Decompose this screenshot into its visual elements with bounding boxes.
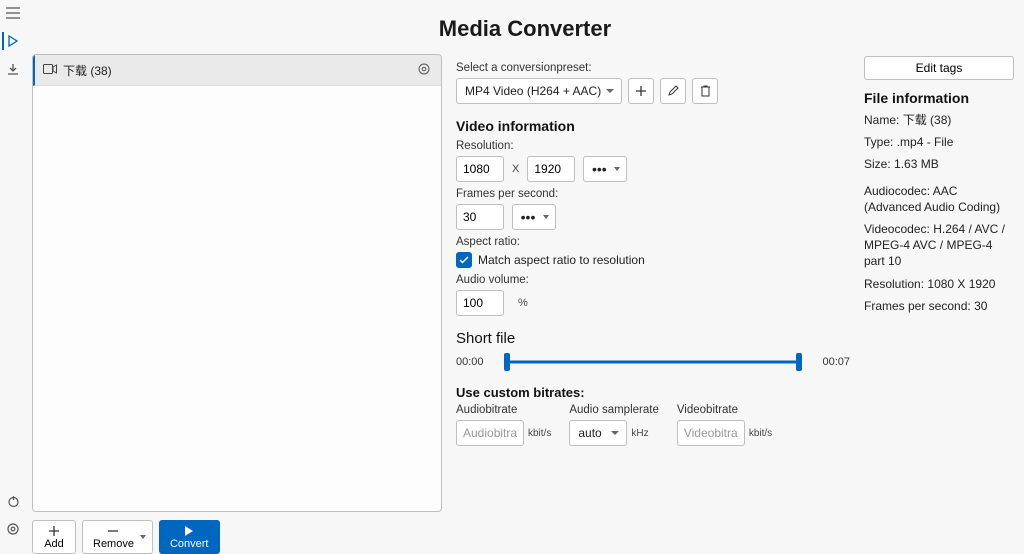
samplerate-combo[interactable]: auto (569, 420, 627, 446)
audiobitrate-input[interactable] (456, 420, 524, 446)
res-width-input[interactable] (456, 156, 504, 182)
menu-icon[interactable] (4, 4, 22, 22)
convert-tab-icon[interactable] (2, 32, 20, 50)
audio-volume-label: Audio volume: (456, 274, 850, 286)
edit-preset-button[interactable] (660, 78, 686, 104)
gear-icon[interactable] (4, 520, 22, 538)
edit-tags-button[interactable]: Edit tags (864, 56, 1014, 80)
audiobitrate-label: Audiobitrate (456, 404, 551, 416)
videobitrate-input[interactable] (677, 420, 745, 446)
trim-slider[interactable] (504, 353, 802, 371)
settings-column: Select a conversionpreset: MP4 Video (H2… (456, 54, 850, 554)
convert-button[interactable]: Convert (159, 520, 220, 554)
info-resolution: Resolution: 1080 X 1920 (864, 276, 1014, 292)
info-fps: Frames per second: 30 (864, 298, 1014, 314)
fps-options-button[interactable]: ••• (512, 204, 556, 230)
video-icon (43, 61, 57, 79)
file-settings-icon[interactable] (417, 62, 433, 78)
aspect-check-label: Match aspect ratio to resolution (478, 253, 645, 267)
audiobitrate-unit: kbit/s (528, 428, 551, 439)
action-bar: Add Remove Convert (32, 512, 442, 554)
slider-handle-start[interactable] (504, 353, 510, 371)
info-name: Name: 下载 (38) (864, 112, 1014, 128)
power-icon[interactable] (4, 492, 22, 510)
info-videocodec: Videocodec: H.264 / AVC / MPEG-4 AVC / M… (864, 221, 1014, 270)
video-info-title: Video information (456, 118, 850, 134)
add-preset-button[interactable] (628, 78, 654, 104)
videobitrate-unit: kbit/s (749, 428, 772, 439)
end-time: 00:07 (812, 356, 850, 368)
audio-volume-input[interactable] (456, 290, 504, 316)
start-time: 00:00 (456, 356, 494, 368)
preset-label: Select a conversionpreset: (456, 62, 850, 74)
info-audiocodec: Audiocodec: AAC (Advanced Audio Coding) (864, 183, 1014, 215)
resolution-options-button[interactable]: ••• (583, 156, 627, 182)
short-file-title: Short file (456, 330, 850, 347)
download-icon[interactable] (4, 60, 22, 78)
aspect-checkbox[interactable] (456, 252, 472, 268)
file-column: 下载 (38) Add Remove Convert (32, 54, 442, 554)
file-info-column: Edit tags File information Name: 下载 (38)… (864, 54, 1014, 554)
slider-handle-end[interactable] (796, 353, 802, 371)
samplerate-label: Audio samplerate (569, 404, 659, 416)
fps-input[interactable] (456, 204, 504, 230)
file-name: 下载 (38) (63, 62, 417, 79)
info-type: Type: .mp4 - File (864, 134, 1014, 150)
audio-volume-unit: % (518, 297, 528, 309)
fps-label: Frames per second: (456, 188, 850, 200)
info-size: Size: 1.63 MB (864, 156, 1014, 172)
main-area: Media Converter 下载 (38) Add (26, 0, 1024, 554)
file-info-title: File information (864, 90, 1014, 106)
side-rail (0, 0, 26, 554)
remove-button[interactable]: Remove (82, 520, 153, 554)
videobitrate-label: Videobitrate (677, 404, 772, 416)
res-height-input[interactable] (527, 156, 575, 182)
file-row[interactable]: 下载 (38) (33, 55, 441, 86)
file-list: 下载 (38) (32, 54, 442, 512)
resolution-label: Resolution: (456, 140, 850, 152)
add-button[interactable]: Add (32, 520, 76, 554)
preset-combo[interactable]: MP4 Video (H264 + AAC) (456, 78, 622, 104)
custom-bitrate-title: Use custom bitrates: (456, 385, 850, 400)
res-sep: X (512, 163, 519, 175)
aspect-label: Aspect ratio: (456, 236, 850, 248)
samplerate-unit: kHz (631, 428, 648, 439)
delete-preset-button[interactable] (692, 78, 718, 104)
page-title: Media Converter (26, 0, 1024, 54)
